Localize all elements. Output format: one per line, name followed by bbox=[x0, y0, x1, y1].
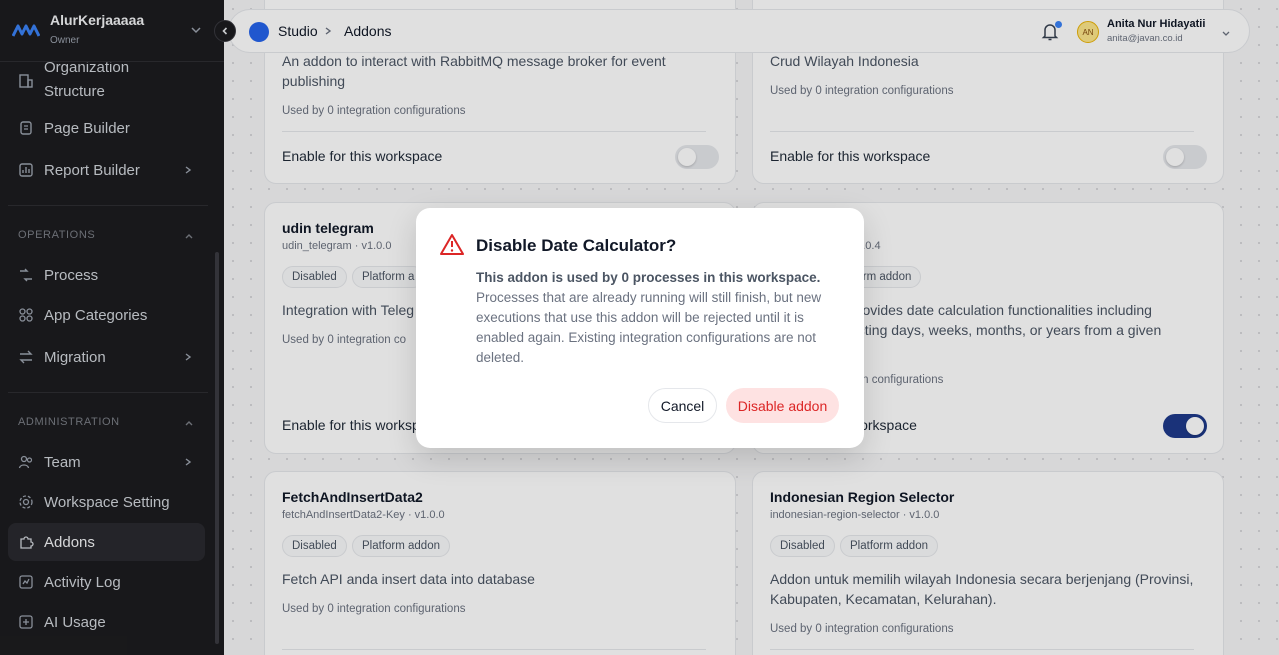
disable-addon-dialog: Disable Date Calculator? This addon is u… bbox=[416, 208, 864, 448]
dialog-body-emphasis: This addon is used by 0 processes in thi… bbox=[476, 270, 821, 285]
dialog-title: Disable Date Calculator? bbox=[476, 236, 677, 255]
disable-addon-button[interactable]: Disable addon bbox=[726, 388, 839, 423]
dialog-body-text: Processes that are already running will … bbox=[476, 290, 822, 365]
cancel-button[interactable]: Cancel bbox=[648, 388, 717, 423]
dialog-body: This addon is used by 0 processes in thi… bbox=[476, 268, 846, 368]
warning-icon bbox=[440, 234, 464, 255]
